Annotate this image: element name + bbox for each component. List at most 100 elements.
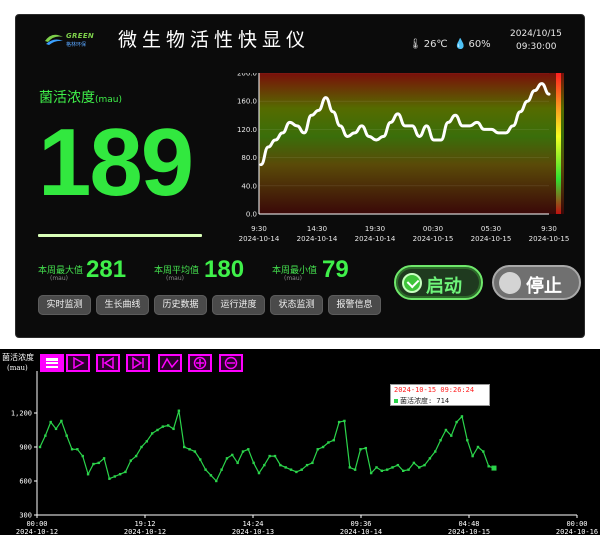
data-point [199, 458, 202, 461]
data-point [295, 470, 298, 474]
stop-circle-icon [499, 272, 521, 294]
y-tick-label: 300 [19, 512, 32, 520]
x-tick-time: 14:30 [307, 225, 327, 233]
x-tick-time: 19:30 [365, 225, 385, 233]
data-point [44, 434, 47, 437]
data-point [491, 465, 497, 471]
header-time: 09:30:00 [516, 42, 557, 52]
x-tick-time: 9:30 [541, 225, 557, 233]
y-tick-label: 600 [19, 478, 32, 486]
x-tick-time: 09:36 [350, 520, 371, 528]
data-point [364, 446, 368, 450]
metric-value: 189 [38, 109, 194, 216]
tooltip-label: 菌活浓度: 714 [400, 397, 450, 405]
nav-realtime-button[interactable]: 实时监测 [38, 295, 91, 315]
data-point [273, 454, 277, 458]
data-point [60, 419, 63, 423]
data-point [241, 450, 245, 453]
y-tick-label: 200.0 [237, 73, 257, 78]
metric-label-text: 菌活浓度 [39, 90, 95, 106]
check-icon [402, 273, 422, 293]
temperature-readout: 🌡 26℃ [409, 39, 448, 50]
data-point [231, 453, 234, 457]
x-tick-date: 2024-10-14 [340, 528, 382, 535]
nav-status-button[interactable]: 状态监测 [270, 295, 323, 315]
x-tick-date: 2024-10-14 [239, 235, 280, 243]
logo-subtext: 格林环保 [66, 42, 87, 48]
stat-unit: (mau) [284, 275, 303, 282]
stop-button[interactable]: 停止 [492, 265, 581, 300]
data-point [300, 468, 303, 471]
tooltip-value: 菌活浓度: 714 [394, 396, 449, 406]
data-point [124, 470, 127, 474]
brand-logo: GREEN 格林环保 [44, 32, 108, 48]
data-point [380, 469, 384, 472]
data-point [289, 468, 293, 471]
metric-unit: (mau) [95, 95, 123, 105]
data-point [183, 445, 186, 449]
data-point [257, 471, 261, 475]
x-tick-time: 00:30 [423, 225, 443, 233]
data-point [428, 457, 432, 460]
data-point [487, 465, 490, 468]
data-point [188, 448, 191, 451]
data-point [455, 420, 458, 424]
humidity-readout: 💧 60% [454, 39, 491, 50]
data-point [418, 466, 421, 469]
x-axis: 9:30 2024-10-14 14:30 2024-10-14 19:30 2024-1… [239, 225, 570, 243]
data-point [236, 461, 239, 465]
nav-history-button[interactable]: 历史数据 [154, 295, 207, 315]
stat-value: 281 [86, 256, 127, 283]
data-point [316, 448, 319, 451]
x-tick-date: 2024-10-12 [124, 528, 166, 535]
start-label: 启动 [426, 276, 462, 297]
stop-label: 停止 [526, 276, 562, 297]
droplet-icon: 💧 [454, 39, 467, 50]
data-point [268, 454, 271, 458]
x-tick-date: 2024-10-14 [355, 235, 396, 243]
nav-alarm-button[interactable]: 报警信息 [328, 295, 381, 315]
x-tick-date: 2024-10-15 [529, 235, 570, 243]
data-point [476, 445, 480, 449]
data-point [263, 463, 266, 467]
x-tick-time: 19:12 [134, 520, 155, 528]
data-point [113, 475, 116, 478]
data-point [450, 434, 453, 437]
data-point [348, 466, 351, 469]
x-tick-time: 05:30 [481, 225, 501, 233]
history-x-axis: 00:002024-10-1219:122024-10-1214:242024-… [16, 515, 598, 535]
data-point [97, 461, 100, 465]
temperature-value: 26℃ [423, 39, 448, 50]
history-tooltip: 2024-10-15 09:26:24 菌活浓度: 714 [390, 384, 490, 406]
data-point [225, 457, 229, 460]
x-tick-time: 04:48 [458, 520, 479, 528]
data-point [471, 454, 474, 458]
start-button[interactable]: 启动 [394, 265, 483, 300]
header-date: 2024/10/15 [510, 29, 562, 39]
nav-growth-curve-button[interactable]: 生长曲线 [96, 295, 149, 315]
metric-label: 菌活浓度(mau) [39, 87, 122, 107]
history-chart: 3006009001,200 00:002024-10-1219:122024-… [11, 371, 598, 535]
history-axes [36, 371, 577, 516]
data-point [434, 450, 437, 453]
data-point [279, 463, 282, 467]
x-tick-date: 2024-10-13 [232, 528, 274, 535]
data-point [150, 432, 154, 435]
x-tick-time: 00:00 [566, 520, 587, 528]
data-point [118, 473, 122, 476]
data-point [391, 466, 394, 469]
data-point [145, 440, 149, 443]
data-point [220, 468, 223, 471]
stat-unit: (mau) [50, 275, 69, 282]
data-point [38, 445, 42, 449]
nav-progress-button[interactable]: 运行进度 [212, 295, 265, 315]
thermometer-icon: 🌡 [409, 39, 422, 50]
data-point [92, 462, 95, 466]
data-point [305, 463, 309, 467]
leaf-logo-icon [45, 34, 63, 45]
y-tick-label: 0.0 [246, 211, 257, 219]
data-point [209, 474, 213, 477]
x-tick-date: 2024-10-12 [16, 528, 58, 535]
data-point [332, 439, 335, 442]
data-point [166, 424, 170, 427]
